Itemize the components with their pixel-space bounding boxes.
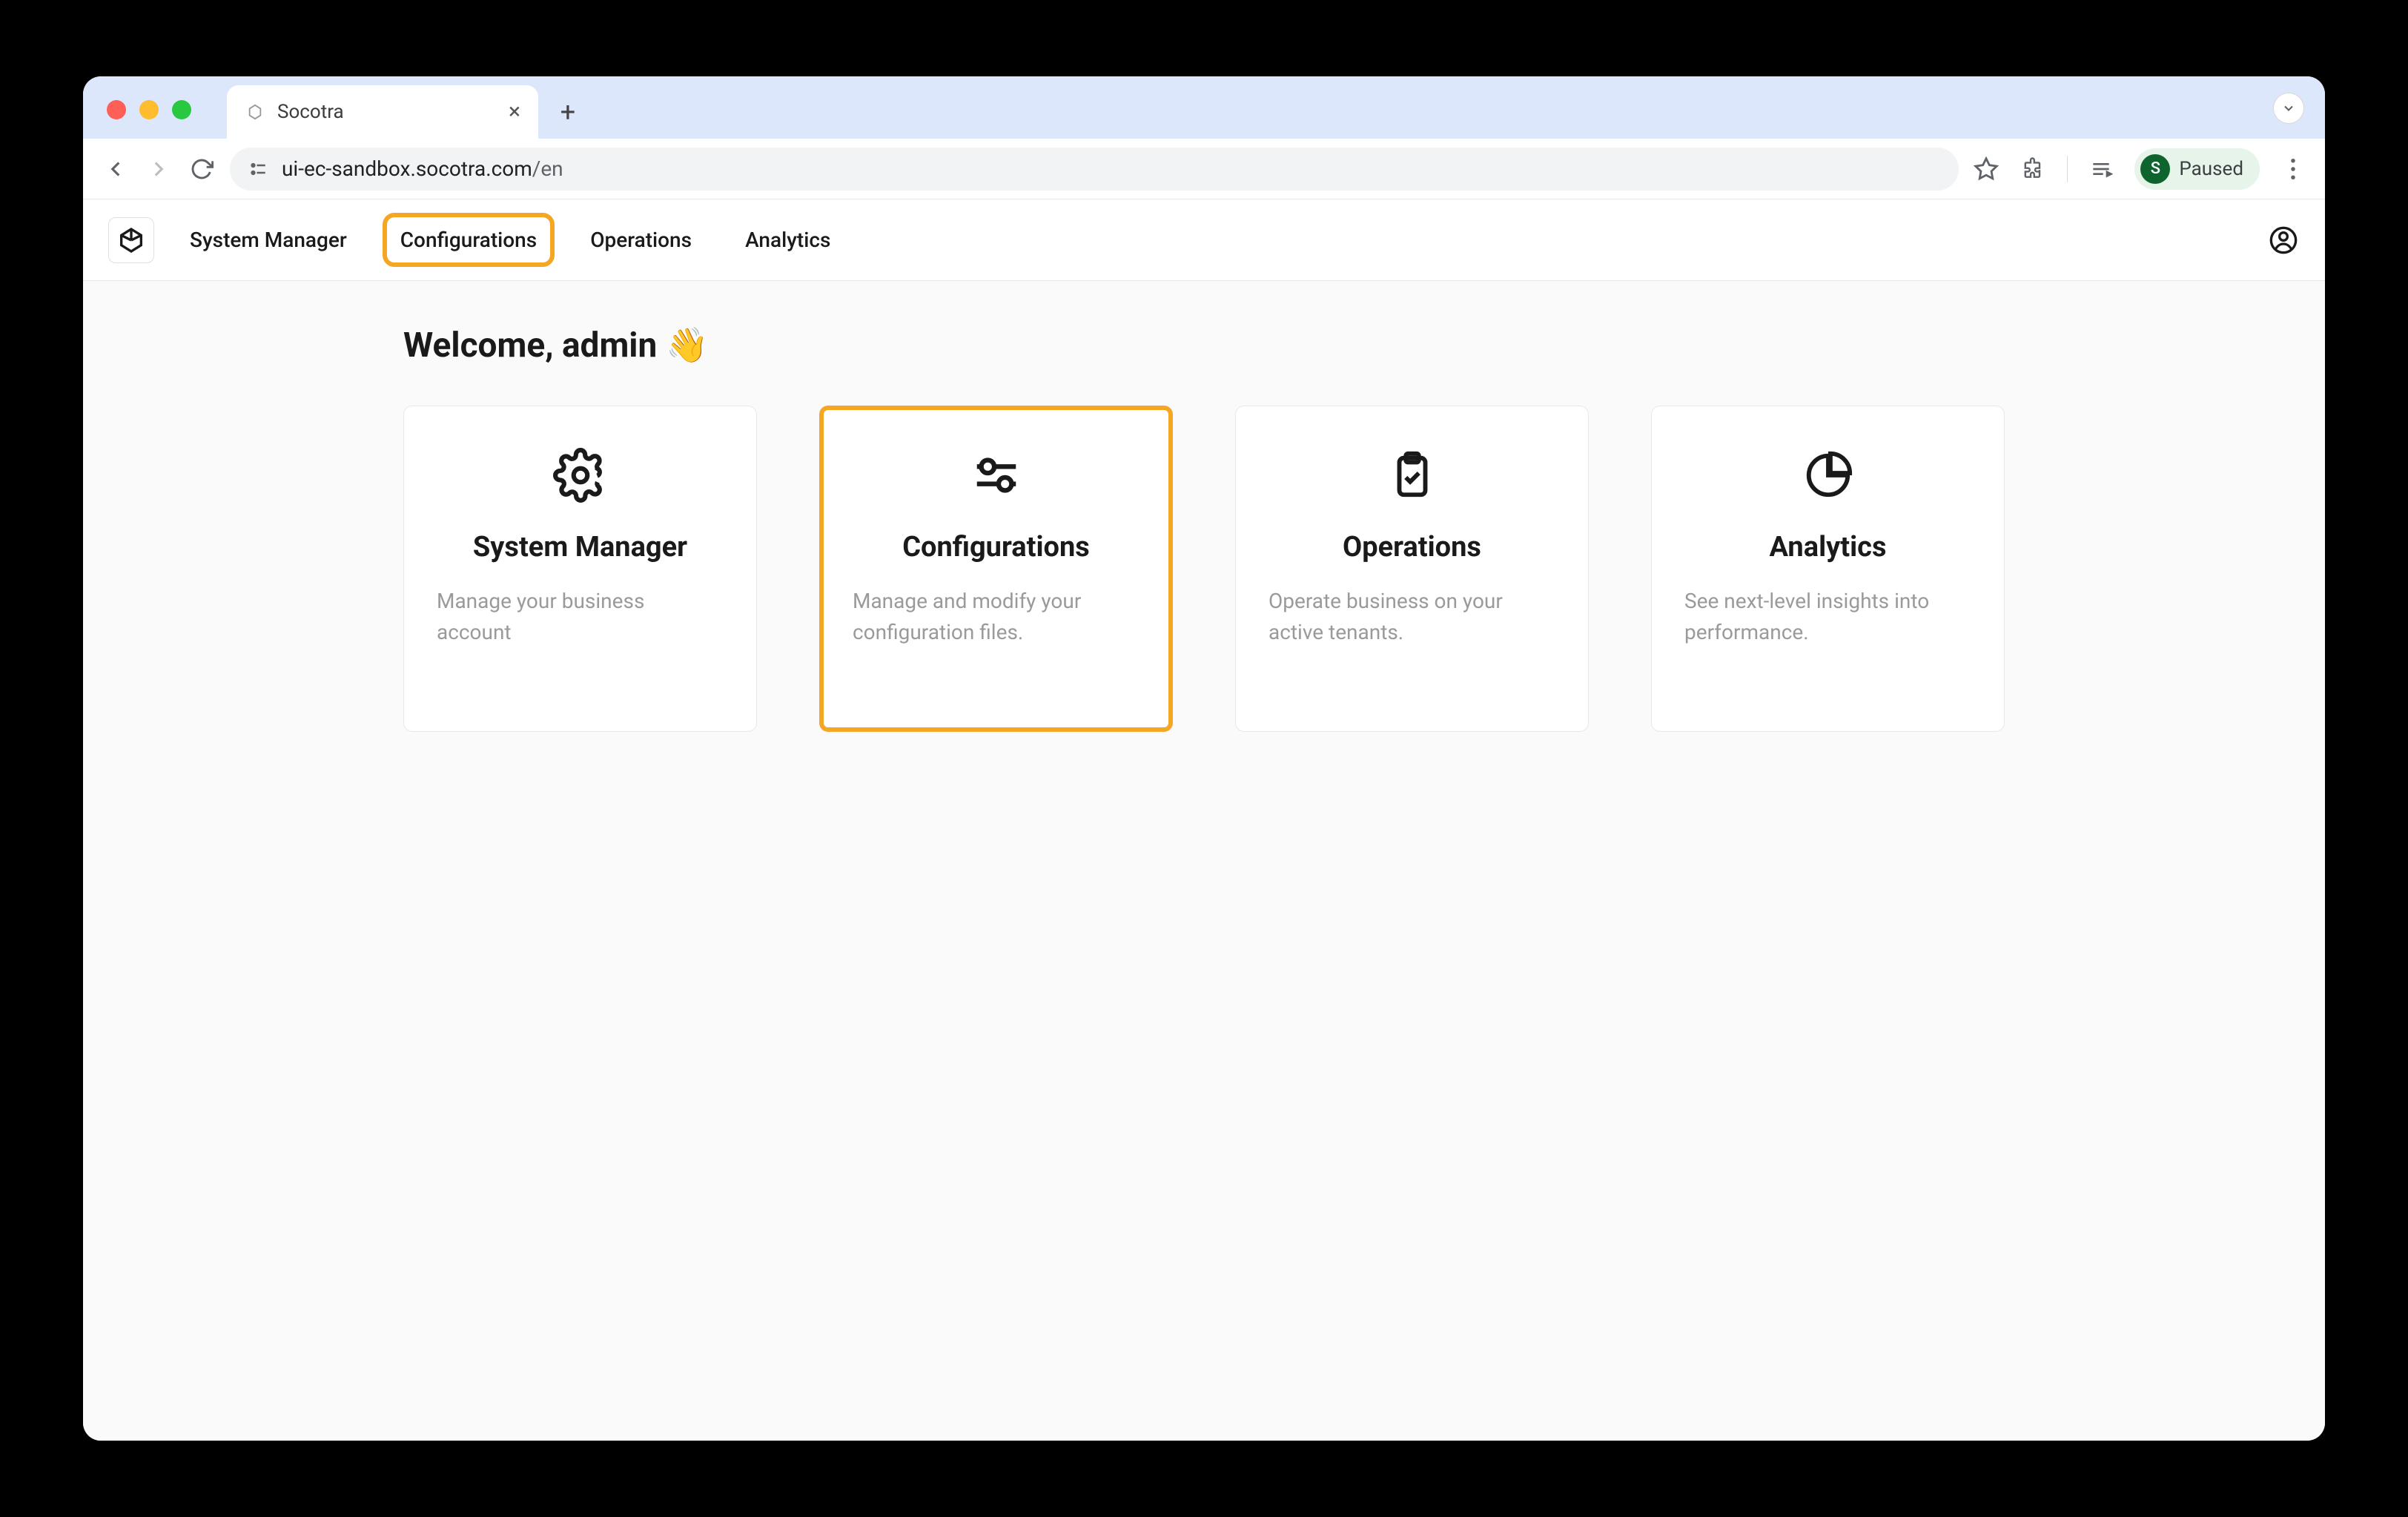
profile-label: Paused: [2179, 158, 2243, 180]
media-control-button[interactable]: [2087, 155, 2115, 183]
url-host: ui-ec-sandbox.socotra.com: [282, 156, 532, 181]
gear-icon: [437, 442, 724, 509]
welcome-heading: Welcome, admin 👋: [403, 325, 2005, 366]
card-desc: See next-level insights into performance…: [1684, 586, 1971, 648]
nav-item-operations[interactable]: Operations: [580, 220, 702, 260]
tab-strip: Socotra × +: [83, 76, 2325, 139]
url-text: ui-ec-sandbox.socotra.com/en: [282, 156, 563, 181]
nav-item-configurations[interactable]: Configurations: [390, 220, 547, 260]
clipboard-icon: [1268, 442, 1555, 509]
url-field[interactable]: ui-ec-sandbox.socotra.com/en: [230, 148, 1959, 191]
tab-title: Socotra: [277, 101, 497, 123]
new-tab-button[interactable]: +: [544, 88, 592, 136]
wave-emoji: 👋: [666, 325, 708, 366]
card-analytics[interactable]: Analytics See next-level insights into p…: [1651, 406, 2005, 732]
url-path: /en: [532, 156, 563, 181]
toolbar-divider: [2067, 156, 2068, 182]
card-system-manager[interactable]: System Manager Manage your business acco…: [403, 406, 757, 732]
app-header: System Manager Configurations Operations…: [83, 199, 2325, 281]
content: Welcome, admin 👋 System Manager Manage y…: [403, 325, 2005, 1396]
tabs-dropdown-button[interactable]: [2273, 93, 2304, 124]
piechart-icon: [1684, 442, 1971, 509]
card-configurations[interactable]: Configurations Manage and modify your co…: [819, 406, 1173, 732]
bookmark-button[interactable]: [1972, 155, 2000, 183]
cards-grid: System Manager Manage your business acco…: [403, 406, 2005, 732]
back-button[interactable]: [101, 154, 130, 184]
card-operations[interactable]: Operations Operate business on your acti…: [1235, 406, 1589, 732]
site-info-icon[interactable]: [246, 156, 271, 182]
app: System Manager Configurations Operations…: [83, 199, 2325, 1441]
app-nav: System Manager Configurations Operations…: [179, 220, 841, 260]
nav-item-analytics[interactable]: Analytics: [735, 220, 841, 260]
card-title: Configurations: [853, 531, 1140, 563]
forward-button[interactable]: [144, 154, 173, 184]
window-close-button[interactable]: [107, 100, 126, 119]
card-title: System Manager: [437, 531, 724, 563]
browser-tab[interactable]: Socotra ×: [227, 85, 538, 139]
sliders-icon: [853, 442, 1140, 509]
app-logo[interactable]: [108, 217, 154, 263]
user-account-button[interactable]: [2267, 224, 2300, 257]
card-desc: Manage your business account: [437, 586, 724, 648]
window-minimize-button[interactable]: [139, 100, 159, 119]
profile-avatar: S: [2140, 154, 2170, 184]
reload-button[interactable]: [187, 154, 216, 184]
tab-close-button[interactable]: ×: [509, 101, 520, 123]
address-bar: ui-ec-sandbox.socotra.com/en S Paused: [83, 139, 2325, 199]
card-desc: Operate business on your active tenants.: [1268, 586, 1555, 648]
card-desc: Manage and modify your configuration fil…: [853, 586, 1140, 648]
app-main: Welcome, admin 👋 System Manager Manage y…: [83, 281, 2325, 1441]
browser-window: Socotra × + ui-ec-sandbox.socotra.com/en: [83, 76, 2325, 1441]
card-title: Operations: [1268, 531, 1555, 563]
welcome-text: Welcome, admin: [403, 325, 657, 366]
address-bar-right: S Paused: [1972, 148, 2307, 190]
traffic-lights: [107, 100, 191, 119]
window-maximize-button[interactable]: [172, 100, 191, 119]
tab-favicon: [245, 102, 265, 122]
extensions-button[interactable]: [2020, 155, 2048, 183]
profile-chip[interactable]: S Paused: [2134, 148, 2260, 190]
browser-menu-button[interactable]: [2279, 155, 2307, 183]
nav-item-system-manager[interactable]: System Manager: [179, 220, 357, 260]
card-title: Analytics: [1684, 531, 1971, 563]
